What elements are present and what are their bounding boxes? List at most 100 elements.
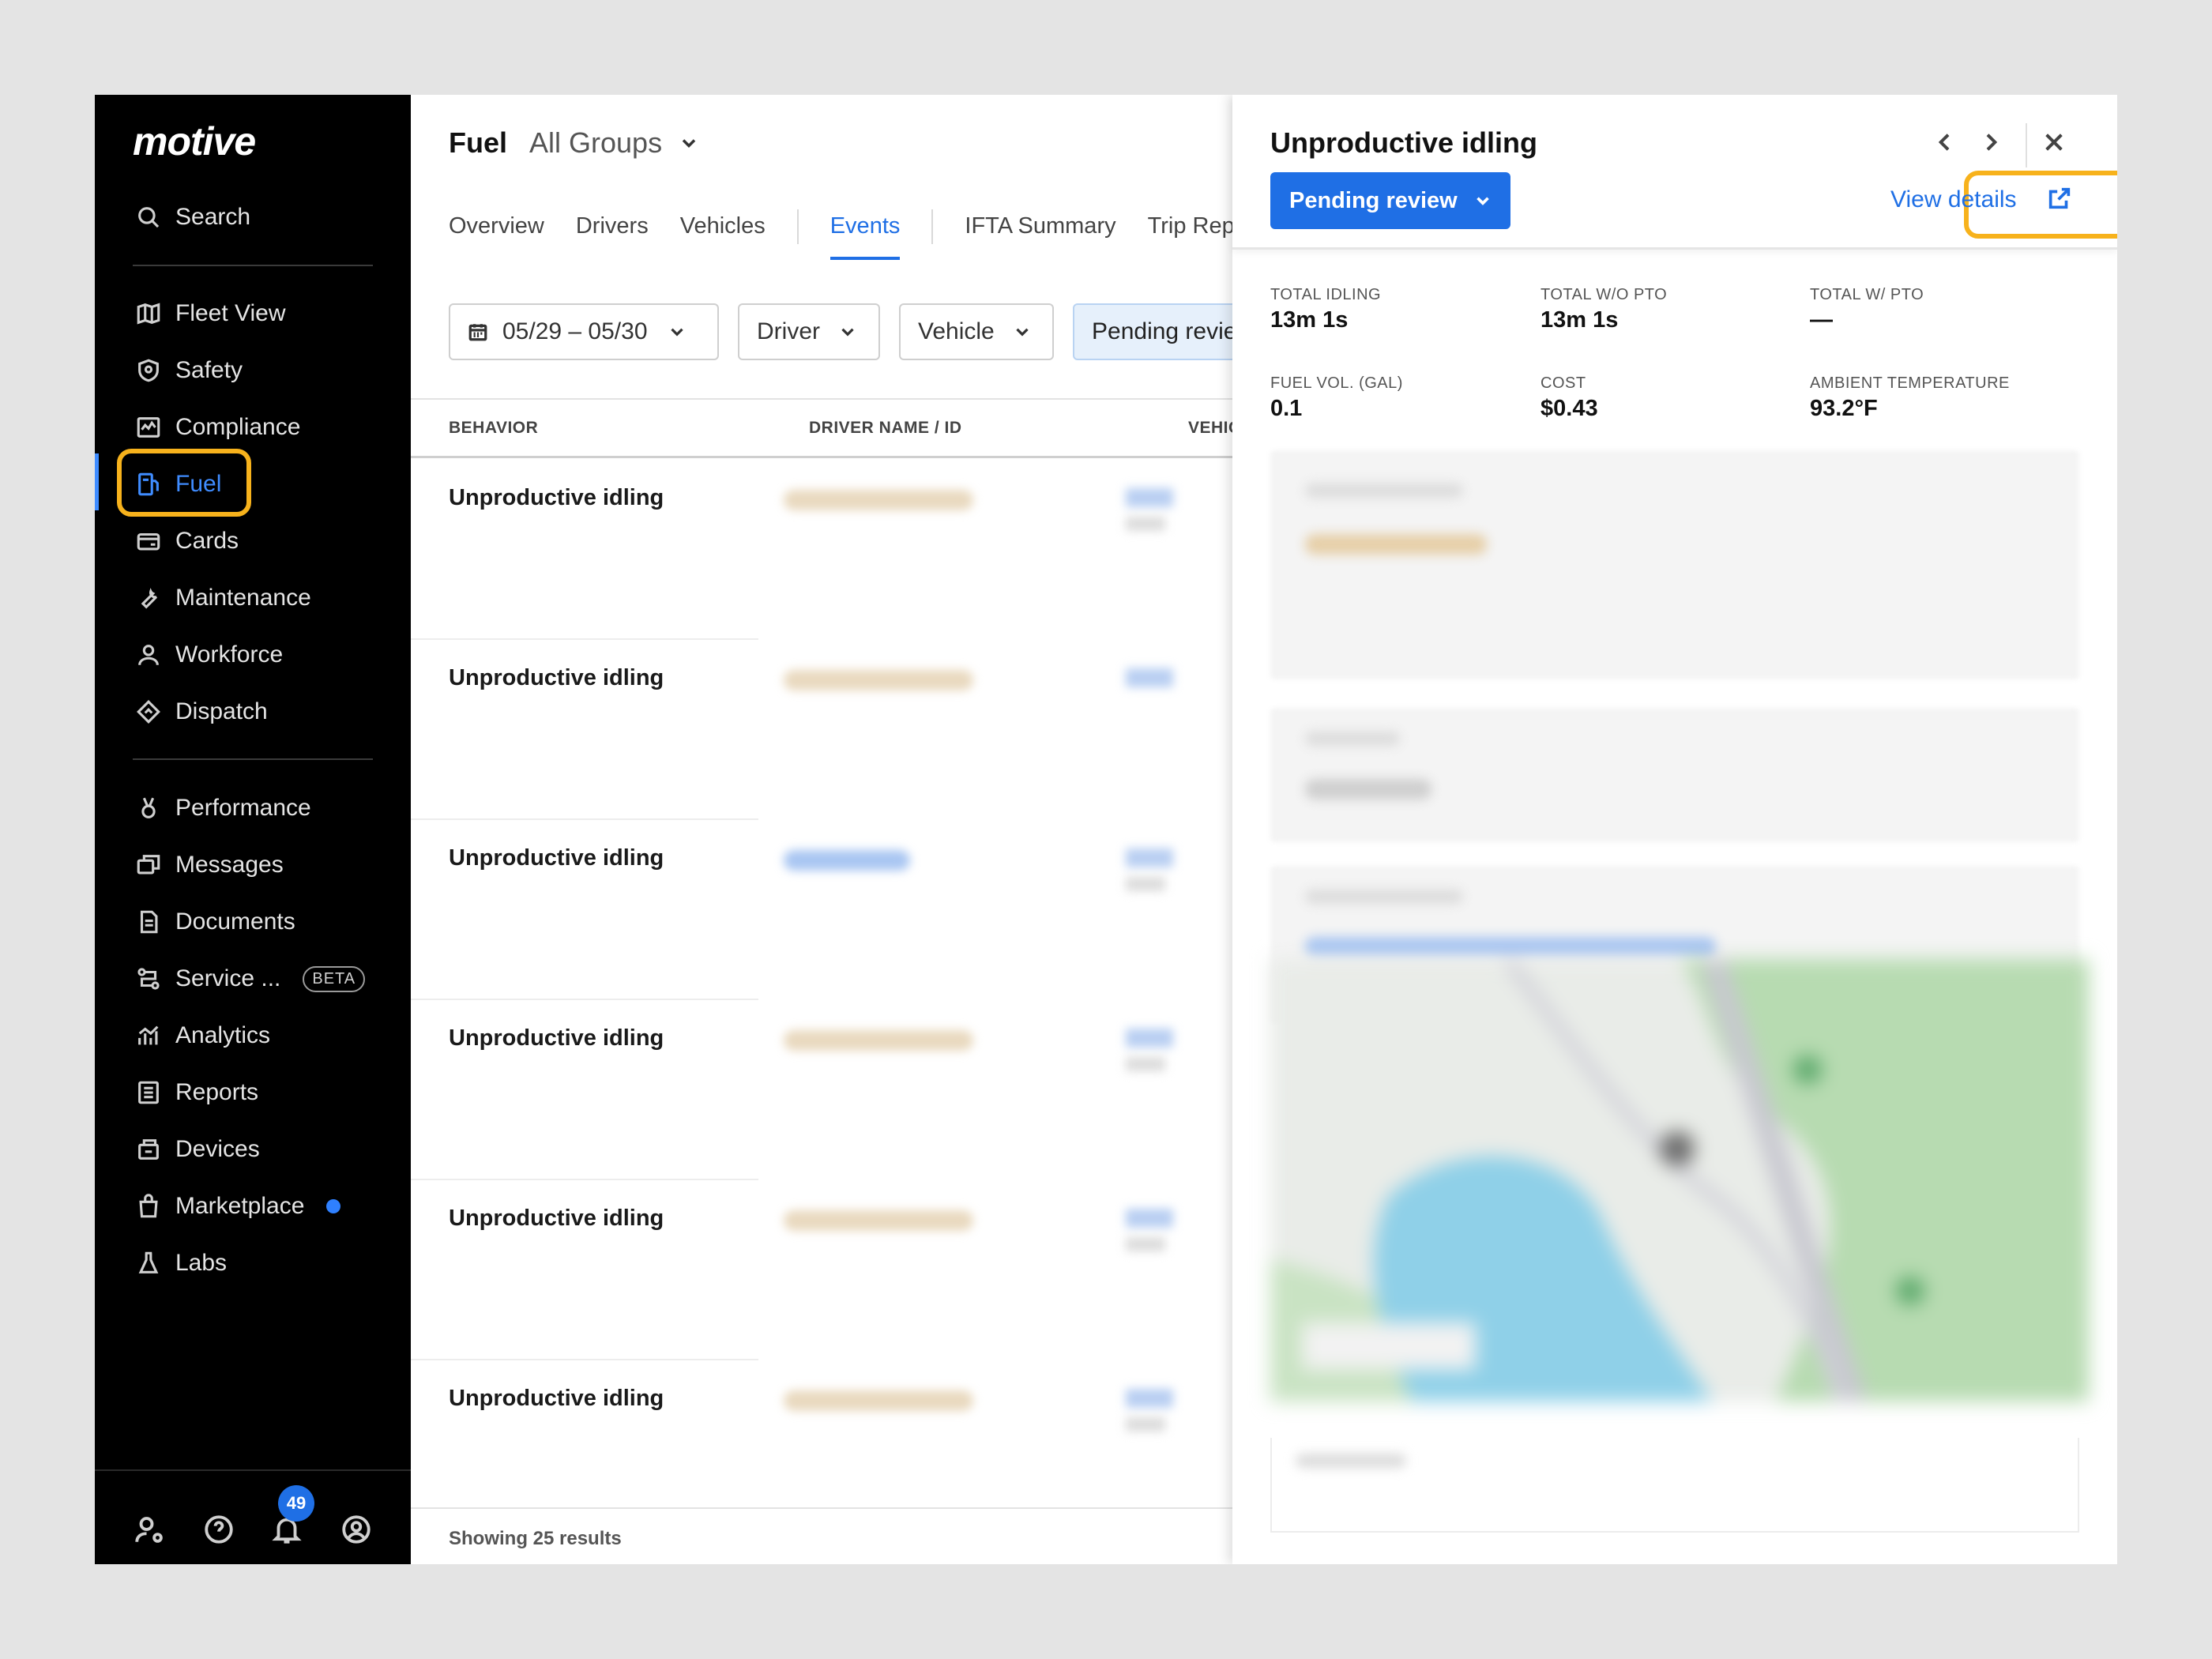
tab-ifta-summary[interactable]: IFTA Summary [965,213,1115,260]
previous-event-button[interactable] [1932,130,1964,161]
chevron-right-icon [1986,134,1998,151]
fuel-highlight-box [117,449,251,517]
sidebar-item-label: Performance [175,795,311,821]
search-icon [133,201,164,233]
panel-title: Unproductive idling [1270,126,1537,159]
stat-fuel-volume: FUEL VOL. (GAL) 0.1 [1270,374,1403,422]
behavior-cell: Unproductive idling [449,485,664,510]
close-panel-button[interactable] [2041,130,2073,161]
sidebar-item-label: Compliance [175,414,301,440]
table-row[interactable]: Unproductive idling [411,460,1232,640]
redacted-text [1305,890,1463,904]
table-row[interactable]: Unproductive idling [411,640,1232,820]
results-count: Showing 25 results [411,1507,1232,1564]
sidebar-search[interactable]: Search [133,194,250,241]
vehicle-filter-label: Vehicle [918,318,995,344]
column-header-behavior[interactable]: BEHAVIOR [449,419,538,438]
shield-icon [133,355,164,386]
view-details-link[interactable]: View details [1890,186,2017,213]
tab-events[interactable]: Events [830,213,900,260]
document-icon [133,906,164,938]
tab-vehicles[interactable]: Vehicles [680,213,766,260]
vehicle-filter[interactable]: Vehicle [899,303,1054,360]
new-indicator-dot [326,1199,341,1213]
driver-filter[interactable]: Driver [738,303,880,360]
tab-divider [796,209,799,244]
sidebar-item-fleet-view[interactable]: Fleet View [133,290,286,337]
sidebar-item-label: Messages [175,852,284,878]
sidebar-item-reports[interactable]: Reports [133,1069,258,1116]
table-row[interactable]: Unproductive idling [411,1180,1232,1360]
sidebar-item-performance[interactable]: Performance [133,784,311,832]
review-status-dropdown[interactable]: Pending review [1270,172,1510,229]
stat-ambient-temperature: AMBIENT TEMPERATURE 93.2°F [1810,374,2010,422]
sidebar-item-labs[interactable]: Labs [133,1240,227,1287]
column-header-driver[interactable]: DRIVER NAME / ID [809,419,962,438]
behavior-cell: Unproductive idling [449,665,664,690]
motive-logo[interactable]: motive [133,118,256,164]
sidebar-item-label: Reports [175,1079,259,1105]
behavior-cell: Unproductive idling [449,1025,664,1051]
external-link-icon[interactable] [2046,185,2075,213]
vehicle-sub-redacted [1126,1057,1165,1071]
sidebar-item-label: Service ... [175,965,281,991]
sidebar-item-safety[interactable]: Safety [133,347,243,394]
service-icon [133,963,164,995]
account-icon[interactable] [340,1513,373,1546]
tab-trip-reports[interactable]: Trip Rep [1148,213,1235,260]
help-icon[interactable] [202,1513,235,1546]
stat-label: FUEL VOL. (GAL) [1270,374,1403,392]
close-icon [2045,134,2063,151]
table-row[interactable]: Unproductive idling [411,1000,1232,1180]
sidebar-item-documents[interactable]: Documents [133,898,295,946]
chevron-down-icon [670,328,683,337]
sidebar-item-messages[interactable]: Messages [133,841,284,889]
vehicle-sub-redacted [1126,517,1165,531]
sidebar-item-service[interactable]: Service ... BETA [133,955,366,1003]
location-map[interactable] [1270,959,2089,1401]
group-selector[interactable]: All Groups [529,126,700,160]
behavior-cell: Unproductive idling [449,845,664,871]
vehicle-redacted [1126,1209,1173,1228]
stat-value: $0.43 [1540,396,1598,421]
sidebar-item-compliance[interactable]: Compliance [133,404,300,451]
sidebar-item-label: Fleet View [175,300,286,326]
stat-label: AMBIENT TEMPERATURE [1810,374,2010,392]
dispatch-icon [133,696,164,728]
stat-value: 13m 1s [1540,307,1619,333]
map-image [1270,959,2089,1401]
vehicle-sub-redacted [1126,877,1165,891]
behavior-cell: Unproductive idling [449,1206,664,1231]
vehicle-sub-redacted [1126,1237,1165,1251]
stat-label: COST [1540,374,1586,392]
next-event-button[interactable] [1978,130,2010,161]
tab-drivers[interactable]: Drivers [576,213,649,260]
date-range-filter[interactable]: 05/29 – 05/30 [449,303,719,360]
stat-label: TOTAL W/ PTO [1810,286,1924,303]
sidebar-item-analytics[interactable]: Analytics [133,1012,270,1059]
behavior-cell: Unproductive idling [449,1386,664,1411]
medal-icon [133,792,164,824]
sidebar-item-label: Cards [175,528,239,554]
sidebar-item-dispatch[interactable]: Dispatch [133,688,268,735]
sidebar-item-label: Documents [175,908,295,935]
user-settings-icon[interactable] [133,1513,166,1546]
app-window: motive Search Fleet View Safety Complian… [95,95,2117,1564]
sidebar-item-label: Devices [175,1136,260,1162]
sidebar-item-cards[interactable]: Cards [133,517,239,565]
vehicle-redacted [1126,848,1173,867]
redacted-text [1305,483,1463,498]
sidebar-item-marketplace[interactable]: Marketplace [133,1183,341,1230]
sidebar-item-workforce[interactable]: Workforce [133,631,283,679]
sidebar-item-devices[interactable]: Devices [133,1126,260,1173]
wrench-icon [133,582,164,614]
chevron-down-icon [1016,328,1029,337]
event-detail-panel: Unproductive idling Pending review View … [1232,95,2117,1564]
date-range-value: 05/29 – 05/30 [502,318,648,344]
tab-overview[interactable]: Overview [449,213,544,260]
sidebar-item-maintenance[interactable]: Maintenance [133,574,311,622]
driver-name-redacted [784,1210,973,1231]
table-row[interactable]: Unproductive idling [411,820,1232,1000]
card-icon [133,525,164,557]
panel-header: Unproductive idling Pending review View … [1232,95,2117,250]
